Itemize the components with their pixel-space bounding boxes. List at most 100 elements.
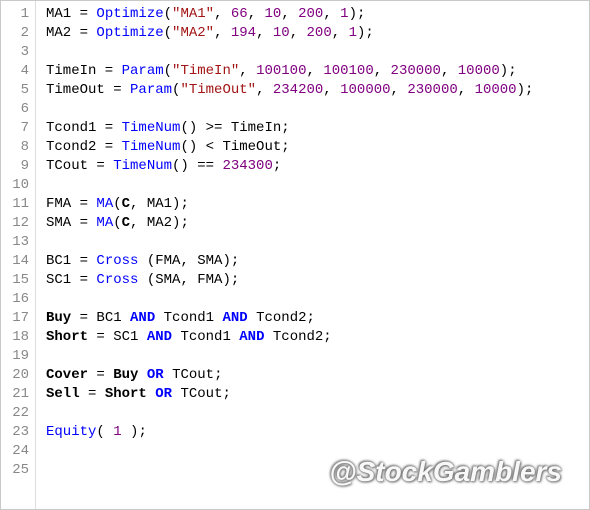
code-token: Param (130, 82, 172, 98)
code-line (46, 233, 589, 252)
line-number: 21 (5, 385, 29, 404)
code-line: Sell = Short OR TCout; (46, 385, 589, 404)
code-line (46, 442, 589, 461)
code-token: 230000 (407, 82, 457, 98)
code-token: 234300 (222, 158, 272, 174)
code-token: , (441, 63, 458, 79)
code-token: AND (222, 310, 247, 326)
code-line: Tcond2 = TimeNum() < TimeOut; (46, 138, 589, 157)
code-line: TimeOut = Param("TimeOut", 234200, 10000… (46, 81, 589, 100)
code-token: , (323, 82, 340, 98)
code-token: 100100 (256, 63, 306, 79)
code-token: , (290, 25, 307, 41)
line-number: 14 (5, 252, 29, 271)
code-token: Short (105, 386, 147, 402)
line-number-gutter: 1234567891011121314151617181920212223242… (1, 1, 36, 509)
code-token: , (239, 63, 256, 79)
line-number: 16 (5, 290, 29, 309)
code-token: 10000 (475, 82, 517, 98)
code-token: 230000 (391, 63, 441, 79)
code-token: TimeNum (122, 139, 181, 155)
code-token: ); (349, 6, 366, 22)
code-token: = BC1 (71, 310, 130, 326)
code-token: ); (500, 63, 517, 79)
code-token: AND (147, 329, 172, 345)
code-line (46, 461, 589, 480)
code-editor: 1234567891011121314151617181920212223242… (0, 0, 590, 510)
code-token: Equity (46, 424, 96, 440)
code-token: "TimeOut" (180, 82, 256, 98)
code-token: 100100 (323, 63, 373, 79)
code-token: 194 (231, 25, 256, 41)
code-token: Tcond1 = (46, 120, 122, 136)
code-token: MA1 = (46, 6, 96, 22)
code-token: ( (164, 6, 172, 22)
code-line: SMA = MA(C, MA2); (46, 214, 589, 233)
code-token: Short (46, 329, 88, 345)
code-token: , (391, 82, 408, 98)
code-token: OR (155, 386, 172, 402)
line-number: 17 (5, 309, 29, 328)
line-number: 5 (5, 81, 29, 100)
code-token: ( (113, 196, 121, 212)
code-token: 1 (349, 25, 357, 41)
code-token: 100000 (340, 82, 390, 98)
code-token: 66 (231, 6, 248, 22)
line-number: 6 (5, 100, 29, 119)
code-token: Tcond2; (264, 329, 331, 345)
code-token: ); (517, 82, 534, 98)
code-token: , (374, 63, 391, 79)
line-number: 12 (5, 214, 29, 233)
line-number: 13 (5, 233, 29, 252)
code-line: TCout = TimeNum() == 234300; (46, 157, 589, 176)
code-token: 200 (307, 25, 332, 41)
code-token (138, 367, 146, 383)
code-token: ; (273, 158, 281, 174)
code-token: 10 (273, 25, 290, 41)
code-token: OR (147, 367, 164, 383)
code-token: ( (96, 424, 113, 440)
code-token: 1 (113, 424, 121, 440)
code-line: Short = SC1 AND Tcond1 AND Tcond2; (46, 328, 589, 347)
code-token: TimeIn = (46, 63, 122, 79)
line-number: 9 (5, 157, 29, 176)
code-token: 10 (265, 6, 282, 22)
line-number: 22 (5, 404, 29, 423)
code-line (46, 100, 589, 119)
line-number: 3 (5, 43, 29, 62)
code-token: TCout; (172, 386, 231, 402)
code-line: Tcond1 = TimeNum() >= TimeIn; (46, 119, 589, 138)
code-token: , (248, 6, 265, 22)
code-token (147, 386, 155, 402)
line-number: 18 (5, 328, 29, 347)
code-line: BC1 = Cross (FMA, SMA); (46, 252, 589, 271)
code-line: Buy = BC1 AND Tcond1 AND Tcond2; (46, 309, 589, 328)
code-line: SC1 = Cross (SMA, FMA); (46, 271, 589, 290)
code-token: TCout = (46, 158, 113, 174)
code-line (46, 347, 589, 366)
code-token: SMA = (46, 215, 96, 231)
code-token: TCout; (164, 367, 223, 383)
code-token: 200 (298, 6, 323, 22)
code-line (46, 43, 589, 62)
line-number: 7 (5, 119, 29, 138)
code-token: AND (130, 310, 155, 326)
code-token: TimeOut = (46, 82, 130, 98)
code-token: MA (96, 196, 113, 212)
code-token: , (256, 25, 273, 41)
code-token: Cross (96, 272, 138, 288)
code-token: TimeNum (113, 158, 172, 174)
code-token: SC1 = (46, 272, 96, 288)
line-number: 19 (5, 347, 29, 366)
code-token: , MA2); (130, 215, 189, 231)
code-line (46, 404, 589, 423)
code-token: Optimize (96, 6, 163, 22)
code-token: , MA1); (130, 196, 189, 212)
code-token: C (122, 196, 130, 212)
line-number: 23 (5, 423, 29, 442)
code-token: Buy (113, 367, 138, 383)
code-token: Tcond2 = (46, 139, 122, 155)
line-number: 4 (5, 62, 29, 81)
code-token: () == (172, 158, 222, 174)
code-token: , (214, 25, 231, 41)
